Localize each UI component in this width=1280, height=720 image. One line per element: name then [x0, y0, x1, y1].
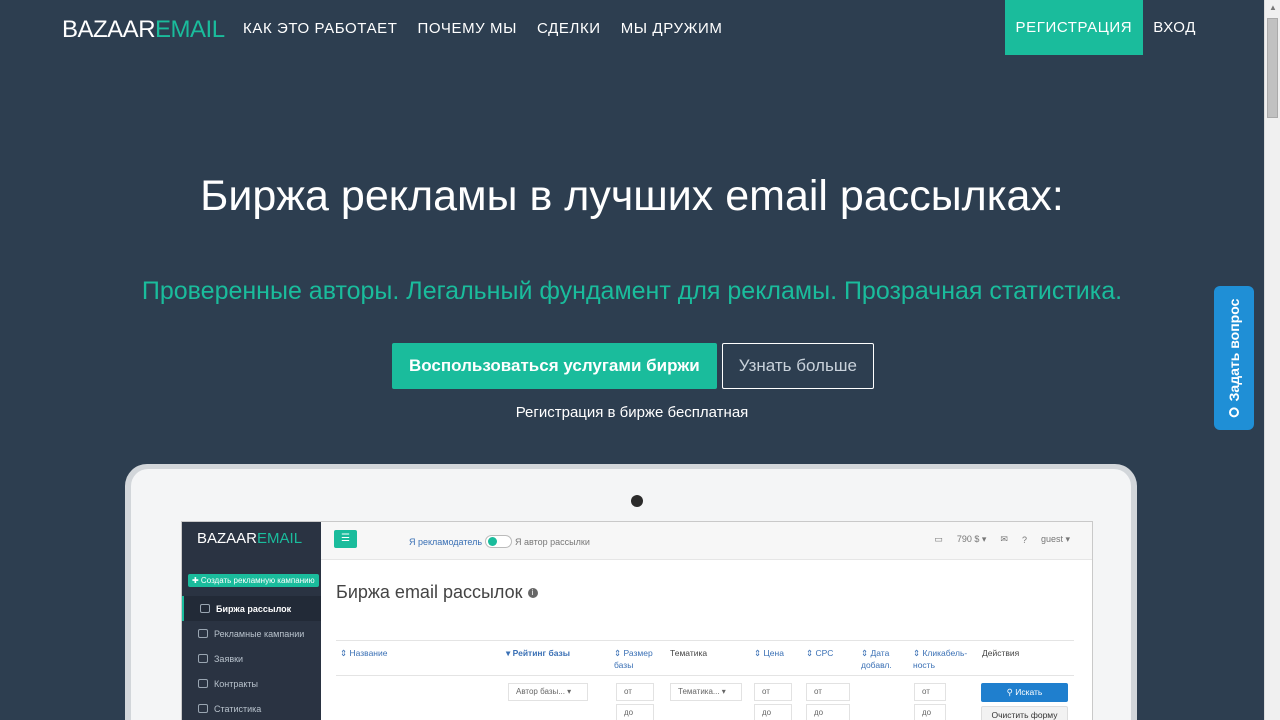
laptop-bezel: BAZAAREMAIL ✚ Создать рекламную кампанию…	[131, 469, 1131, 720]
app-menu-label: Заявки	[214, 653, 244, 664]
app-menu-label: Статистика	[214, 703, 262, 714]
topic-select: Тематика... ▾	[670, 683, 742, 701]
cpc-from-input: от	[806, 683, 850, 701]
search-button-label: Искать	[1015, 687, 1043, 697]
ask-question-label: Задать вопрос	[1226, 298, 1242, 402]
nav-links: КАК ЭТО РАБОТАЕТ ПОЧЕМУ МЫ СДЕЛКИ МЫ ДРУ…	[243, 20, 723, 38]
user-menu: guest ▾	[1040, 534, 1070, 544]
ctr-from-input: от	[914, 683, 946, 701]
bank-icon	[198, 679, 208, 688]
role-advertiser-label: Я рекламодатель	[409, 536, 483, 547]
help-icon: ?	[1021, 534, 1027, 545]
use-exchange-button[interactable]: Воспользоваться услугами биржи	[392, 343, 717, 389]
app-topbar: ☰ Я рекламодатель Я автор рассылки ▭ 790…	[321, 522, 1092, 560]
logo-part1: BAZAAR	[62, 16, 156, 43]
app-page-title-text: Биржа email рассылок	[336, 582, 523, 602]
app-menu-label: Рекламные кампании	[214, 628, 305, 639]
column-header: ⇕ Размер базы	[614, 648, 653, 670]
app-menu: Биржа рассылок Рекламные кампании Заявки…	[182, 596, 321, 720]
laptop-mockup: BAZAAREMAIL ✚ Создать рекламную кампанию…	[125, 464, 1137, 720]
size-to-input: до	[616, 704, 654, 720]
scroll-up-arrow-icon[interactable]: ▲	[1265, 0, 1280, 16]
nav-auth: РЕГИСТРАЦИЯ ВХОД	[1004, 0, 1206, 55]
nav-link-how-it-works[interactable]: КАК ЭТО РАБОТАЕТ	[243, 20, 398, 38]
role-author-label: Я автор рассылки	[515, 536, 590, 547]
briefcase-icon	[198, 629, 208, 638]
hero-subtitle: Проверенные авторы. Легальный фундамент …	[141, 277, 1123, 305]
top-navbar: BAZAAREMAIL КАК ЭТО РАБОТАЕТ ПОЧЕМУ МЫ С…	[0, 0, 1264, 56]
create-campaign-button: ✚ Создать рекламную кампанию	[188, 574, 319, 587]
app-menu-item-stats: Статистика	[182, 696, 321, 720]
app-logo: BAZAAREMAIL	[197, 530, 302, 548]
ask-question-content: Задать вопрос	[1226, 299, 1242, 418]
app-menu-item-requests: Заявки	[182, 646, 321, 671]
scrollbar-thumb[interactable]	[1267, 18, 1278, 118]
chart-icon	[198, 704, 208, 713]
app-menu-label: Контракты	[214, 678, 258, 689]
role-toggle	[485, 535, 513, 548]
column-header: ⇕ Цена	[754, 648, 784, 658]
info-icon: i	[527, 588, 538, 599]
column-header: Действия	[982, 648, 1020, 658]
rating-select: Автор базы... ▾	[508, 683, 588, 701]
learn-more-button[interactable]: Узнать больше	[721, 343, 874, 389]
app-user-area: ▭ 790 $ ▾ ✉ ? guest ▾	[934, 534, 1070, 545]
table-header: ⇕ Название ▾ Рейтинг базы ⇕ Размер базы …	[336, 640, 1074, 676]
register-button[interactable]: РЕГИСТРАЦИЯ	[1004, 0, 1144, 55]
laptop-camera	[631, 495, 643, 507]
search-icon: ⚲	[1006, 687, 1016, 697]
nav-link-partners[interactable]: МЫ ДРУЖИМ	[621, 20, 723, 38]
app-menu-label: Биржа рассылок	[216, 603, 292, 614]
price-from-input: от	[754, 683, 792, 701]
hero-title: Биржа рекламы в лучших email рассылках:	[200, 172, 1064, 220]
logo-part2: EMAIL	[155, 16, 225, 43]
menu-icon: ☰	[334, 530, 357, 548]
column-header: ⇕ CPC	[806, 648, 834, 658]
laptop-screen: BAZAAREMAIL ✚ Создать рекламную кампанию…	[181, 521, 1093, 720]
hero-buttons: Воспользоваться услугами биржи Узнать бо…	[392, 343, 874, 389]
app-logo-part1: BAZAAR	[197, 530, 258, 547]
ctr-to-input: до	[914, 704, 946, 720]
envelope-icon: ✉	[1000, 534, 1008, 544]
app-logo-part2: EMAIL	[257, 530, 303, 547]
role-switch: Я рекламодатель Я автор рассылки	[409, 535, 590, 548]
app-menu-item-contracts: Контракты	[182, 671, 321, 696]
exchange-table: ⇕ Название ▾ Рейтинг базы ⇕ Размер базы …	[336, 640, 1074, 720]
clear-form-button: Очистить форму	[981, 706, 1068, 720]
column-header: ⇕ Кликабель-ность	[913, 648, 968, 670]
chat-bubble-icon	[1229, 407, 1239, 418]
size-from-input: от	[616, 683, 654, 701]
free-registration-note: Регистрация в бирже бесплатная	[515, 404, 749, 421]
column-header: ⇕ Название	[340, 648, 388, 658]
table-filter-row: Автор базы... ▾ от до Тематика... ▾ от д…	[336, 676, 1074, 720]
app-sidebar: BAZAAREMAIL ✚ Создать рекламную кампанию…	[182, 522, 321, 720]
page-scrollbar[interactable]: ▲	[1264, 0, 1280, 720]
site-logo[interactable]: BAZAAREMAIL	[62, 16, 225, 44]
wallet-icon: ▭	[934, 534, 943, 544]
search-button: ⚲ Искать	[981, 683, 1068, 702]
ask-question-tab[interactable]: Задать вопрос	[1214, 286, 1254, 430]
star-icon	[200, 604, 210, 613]
column-header: ⇕ Дата добавл.	[861, 648, 892, 670]
nav-link-why-us[interactable]: ПОЧЕМУ МЫ	[418, 20, 518, 38]
column-header: ▾ Рейтинг базы	[506, 648, 571, 658]
paper-plane-icon	[198, 654, 208, 663]
app-menu-item-exchange: Биржа рассылок	[182, 596, 321, 621]
app-menu-item-campaigns: Рекламные кампании	[182, 621, 321, 646]
app-page-title: Биржа email рассылок i	[336, 582, 538, 603]
price-to-input: до	[754, 704, 792, 720]
login-link[interactable]: ВХОД	[1143, 0, 1206, 55]
cpc-to-input: до	[806, 704, 850, 720]
balance-label: 790 $ ▾	[956, 534, 987, 544]
nav-link-deals[interactable]: СДЕЛКИ	[537, 20, 601, 38]
column-header: Тематика	[670, 648, 708, 658]
